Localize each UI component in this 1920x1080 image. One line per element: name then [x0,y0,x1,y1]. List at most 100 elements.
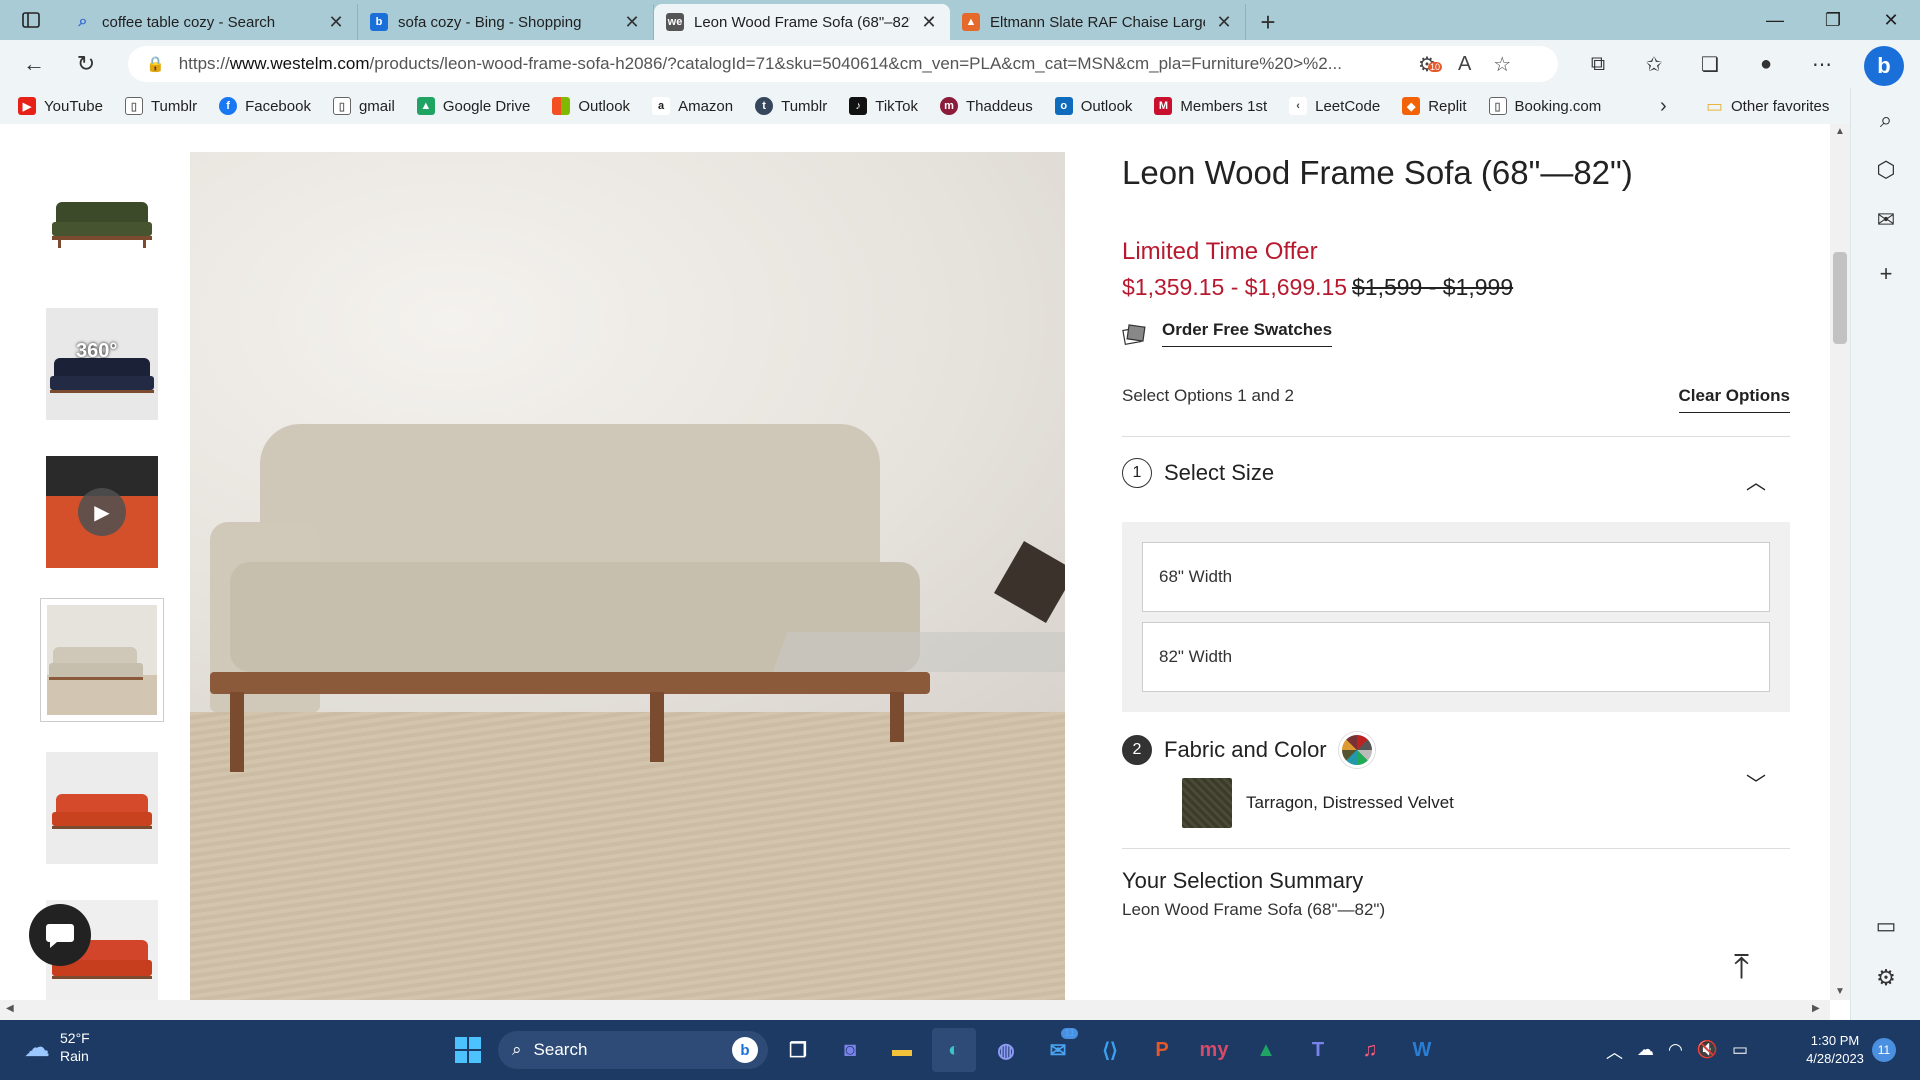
horizontal-scrollbar[interactable]: ◀ ▶ [0,1000,1830,1020]
tab-1[interactable]: b sofa cozy - Bing - Shopping ✕ [358,4,654,40]
edge-icon[interactable]: ◐ [932,1028,976,1072]
selected-fabric[interactable]: Tarragon, Distressed Velvet [1182,778,1454,828]
back-to-top-icon[interactable]: ⤒ [1734,948,1749,987]
close-window-icon[interactable]: ✕ [1862,0,1920,40]
bookmark-booking[interactable]: ▯ Booking.com [1488,97,1601,115]
tab-0[interactable]: ⌕ coffee table cozy - Search ✕ [62,4,358,40]
bookmark-thaddeus[interactable]: m Thaddeus [940,97,1033,115]
start-icon[interactable] [446,1028,490,1072]
step-size-header[interactable]: 1 Select Size [1122,458,1274,488]
bookmark-amazon[interactable]: a Amazon [652,97,733,115]
task-view-icon[interactable]: ❐ [776,1028,820,1072]
bookmark-gmail[interactable]: ▯ gmail [332,97,395,115]
thumbnail-red-sofa[interactable] [46,752,158,864]
mail-icon[interactable]: ✉ 11 [1036,1028,1080,1072]
bookmark-leetcode[interactable]: ‹ LeetCode [1289,97,1380,115]
profile-icon[interactable]: ● [1746,44,1786,84]
chevron-right-icon[interactable]: › [1660,88,1667,124]
bookmark-outlook-2[interactable]: o Outlook [1054,97,1132,115]
wifi-icon[interactable]: ◠ [1668,1040,1683,1060]
more-menu-icon[interactable]: ⋯ [1802,44,1842,84]
volume-muted-icon[interactable]: 🔇 [1697,1040,1718,1060]
step-fabric-header[interactable]: 2 Fabric and Color [1122,732,1375,768]
bookmark-facebook[interactable]: f Facebook [219,97,311,115]
chevron-up-icon[interactable]: ︿ [1606,1038,1623,1063]
bookmark-replit[interactable]: ◆ Replit [1402,97,1467,115]
minimize-icon[interactable]: — [1746,0,1804,40]
teams-icon[interactable]: T [1296,1028,1340,1072]
add-favorite-icon[interactable]: ☆ [1493,52,1511,77]
thumbnail-video[interactable]: ▶ [46,456,158,568]
tab-2[interactable]: we Leon Wood Frame Sofa (68"–82" ✕ [654,4,950,40]
refresh-button[interactable]: ↻ [60,44,112,84]
close-tab-icon[interactable]: ✕ [623,12,641,33]
teams-chat-icon[interactable]: ◙ [828,1028,872,1072]
clock[interactable]: 1:30 PM 4/28/2023 [1790,1032,1880,1068]
size-option-82[interactable]: 82" Width [1142,622,1770,692]
search-icon[interactable]: ⌕ [1868,102,1904,138]
vscode-icon[interactable]: ⟨⟩ [1088,1028,1132,1072]
add-icon[interactable]: + [1868,256,1904,292]
settings-icon[interactable]: ⚙ [1868,960,1904,996]
collections-icon[interactable]: ❏ [1690,44,1730,84]
main-product-image[interactable] [190,152,1065,1000]
read-aloud-icon[interactable]: A [1458,53,1471,76]
restore-icon[interactable]: ❐ [1804,0,1862,40]
battery-icon[interactable]: ▭ [1732,1040,1748,1060]
vertical-scrollbar[interactable]: ▲ ▼ [1830,124,1850,1000]
thumbnail-360-view[interactable]: 360° [46,308,158,420]
scroll-thumb[interactable] [1833,252,1847,344]
bookmark-tiktok[interactable]: ♪ TikTok [849,97,918,115]
green-sofa-image [52,202,152,248]
tab-actions-button[interactable] [0,0,62,40]
scroll-right-arrow[interactable]: ▶ [1812,1003,1820,1014]
clear-options-link[interactable]: Clear Options [1678,386,1790,413]
file-explorer-icon[interactable]: ▬ [880,1028,924,1072]
notification-badge[interactable]: 11 [1872,1038,1896,1062]
extensions-icon[interactable]: ⧉ [1578,44,1618,84]
taskbar-search-label: Search [533,1040,588,1059]
bookmark-tumblr-2[interactable]: t Tumblr [755,97,827,115]
windows-logo-icon [455,1037,481,1063]
tracking-prevention-icon[interactable]: ⚙ 10 [1418,52,1443,77]
bookmark-tumblr[interactable]: ▯ Tumblr [124,97,197,115]
close-tab-icon[interactable]: ✕ [327,12,345,33]
taskbar-search[interactable]: ⌕ Search b [498,1031,768,1069]
taskbar-apps: ⌕ Search b ❐ ◙ ▬ ◐ ◍ ✉ 11 ⟨⟩ P my ▲ T ♫ W [446,1028,1444,1072]
scroll-left-arrow[interactable]: ◀ [6,1003,14,1014]
outlook-icon[interactable]: ✉ [1868,202,1904,238]
address-bar[interactable]: 🔒 https://www.westelm.com/products/leon-… [128,46,1558,82]
scroll-down-arrow[interactable]: ▼ [1835,986,1845,997]
bookmark-members-1st[interactable]: M Members 1st [1154,97,1267,115]
chat-button[interactable] [29,904,91,966]
close-tab-icon[interactable]: ✕ [1215,12,1233,33]
other-favorites-folder[interactable]: ▭ Other favorites [1706,88,1829,124]
thumbnail-green-sofa[interactable] [46,160,158,272]
google-drive-icon[interactable]: ▲ [1244,1028,1288,1072]
bookmark-outlook[interactable]: Outlook [552,97,630,115]
chevron-down-icon[interactable]: ﹀ [1746,768,1766,797]
word-icon[interactable]: W [1400,1028,1444,1072]
back-button[interactable]: ← [8,44,60,84]
order-free-swatches-link[interactable]: Order Free Swatches [1162,320,1333,347]
scroll-up-arrow[interactable]: ▲ [1835,126,1845,137]
thumbnail-oatmeal-sofa-selected[interactable] [40,598,164,722]
itunes-icon[interactable]: ♫ [1348,1028,1392,1072]
tab-3[interactable]: ▲ Eltmann Slate RAF Chaise Large S ✕ [950,4,1246,40]
my-app-icon[interactable]: my [1192,1028,1236,1072]
new-tab-button[interactable]: + [1246,4,1290,40]
close-tab-icon[interactable]: ✕ [920,12,938,33]
chevron-up-icon[interactable]: ︿ [1746,466,1766,495]
size-option-68[interactable]: 68" Width [1142,542,1770,612]
bookmark-youtube[interactable]: ▶ YouTube [18,97,103,115]
bookmark-google-drive[interactable]: ▲ Google Drive [416,97,530,115]
shopping-icon[interactable]: ⬡ [1868,152,1904,188]
discord-icon[interactable]: ◍ [984,1028,1028,1072]
split-screen-icon[interactable]: ▭ [1868,908,1904,944]
onedrive-icon[interactable]: ☁ [1637,1040,1654,1060]
bing-chat-button[interactable]: b [1864,46,1904,86]
weather-widget[interactable]: ☁ 52°F Rain [24,1029,90,1065]
favorites-icon[interactable]: ✩ [1634,44,1674,84]
play-icon: ▶ [78,488,126,536]
powerpoint-icon[interactable]: P [1140,1028,1184,1072]
